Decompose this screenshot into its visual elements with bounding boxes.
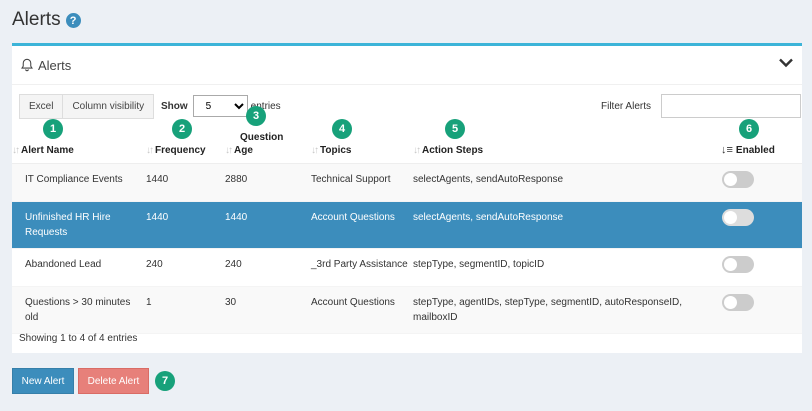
frequency-cell: 1: [146, 286, 225, 334]
bell-icon: [21, 58, 33, 72]
sort-desc-icon: ↓≡: [721, 143, 733, 156]
topics-cell: Account Questions: [311, 201, 413, 249]
show-label: Show: [161, 100, 188, 112]
filter-label: Filter Alerts: [600, 100, 651, 112]
frequency-cell: 240: [146, 248, 225, 287]
enabled-toggle[interactable]: [722, 293, 754, 311]
table-header-row: ↓↑ Alert Name ↓↑ Frequency Question ↓↑ Age ↓…: [12, 118, 802, 164]
column-header-question-age[interactable]: Question ↓↑ Age: [225, 118, 311, 164]
action-steps-cell: selectAgents, sendAutoResponse: [413, 201, 708, 249]
table-row[interactable]: Questions > 30 minutes old 1 30 Account …: [12, 286, 802, 334]
column-label: Action Steps: [422, 144, 484, 156]
enabled-cell: [708, 163, 802, 202]
question-age-cell: 1440: [225, 201, 311, 249]
enabled-cell: [708, 201, 802, 249]
export-button-group: Excel Column visibility: [19, 94, 155, 119]
question-age-cell: 240: [225, 248, 311, 287]
excel-button[interactable]: Excel: [19, 94, 64, 119]
filter-alerts: Filter Alerts: [601, 94, 801, 118]
help-icon[interactable]: ?: [65, 13, 81, 28]
sort-icon: ↓↑: [146, 144, 154, 156]
table-info: Showing 1 to 4 of 4 entries: [19, 333, 138, 344]
column-label-line1: Question: [240, 131, 284, 143]
sort-icon: ↓↑: [12, 144, 20, 156]
frequency-cell: 1440: [146, 163, 225, 202]
column-label: Topics: [320, 144, 352, 156]
column-label: Alert Name: [21, 144, 74, 156]
alert-name-cell: Unfinished HR Hire Requests: [12, 201, 146, 249]
column-label-line2: Age: [234, 144, 253, 156]
action-steps-cell: stepType, segmentID, topicID: [413, 248, 708, 287]
alert-name-cell: IT Compliance Events: [12, 163, 146, 202]
column-label: Frequency: [155, 144, 206, 156]
enabled-toggle[interactable]: [722, 170, 754, 188]
action-steps-cell: stepType, agentIDs, stepType, segmentID,…: [413, 286, 708, 334]
frequency-cell: 1440: [146, 201, 225, 249]
box-title: Alerts: [38, 57, 72, 73]
action-steps-cell: selectAgents, sendAutoResponse: [413, 163, 708, 202]
question-age-cell: 2880: [225, 163, 311, 202]
column-header-alert-name[interactable]: ↓↑ Alert Name: [12, 118, 146, 164]
table-row[interactable]: IT Compliance Events 1440 2880 Technical…: [12, 163, 802, 202]
question-age-cell: 30: [225, 286, 311, 334]
filter-input[interactable]: [661, 94, 801, 118]
entries-select[interactable]: 5: [192, 95, 248, 117]
topics-cell: Technical Support: [311, 163, 413, 202]
enabled-toggle[interactable]: [722, 208, 754, 226]
sort-icon: ↓↑: [311, 144, 319, 156]
alerts-table: ↓↑ Alert Name ↓↑ Frequency Question ↓↑ Age ↓…: [12, 118, 802, 334]
column-header-frequency[interactable]: ↓↑ Frequency: [146, 118, 225, 164]
table-row[interactable]: Abandoned Lead 240 240 _3rd Party Assist…: [12, 248, 802, 287]
column-label: Enabled: [735, 144, 775, 156]
sort-icon: ↓↑: [413, 144, 421, 156]
sort-icon: ↓↑: [225, 144, 233, 156]
column-header-enabled[interactable]: ↓≡ Enabled: [708, 118, 802, 164]
column-visibility-button[interactable]: Column visibility: [63, 94, 155, 119]
alert-name-cell: Questions > 30 minutes old: [12, 286, 146, 334]
enabled-toggle[interactable]: [722, 255, 754, 273]
footer-badge-7: 7: [155, 371, 175, 391]
alerts-box: Alerts Excel Column visibility Show 5 en…: [12, 43, 802, 353]
column-header-action-steps[interactable]: ↓↑ Action Steps: [413, 118, 708, 164]
delete-alert-button[interactable]: Delete Alert: [78, 368, 149, 394]
alert-name-cell: Abandoned Lead: [12, 248, 146, 287]
page-title-text: Alerts: [12, 9, 61, 30]
table-row[interactable]: Unfinished HR Hire Requests 1440 1440 Ac…: [12, 201, 802, 249]
column-header-topics[interactable]: ↓↑ Topics: [311, 118, 413, 164]
topics-cell: Account Questions: [311, 286, 413, 334]
box-header: Alerts: [12, 46, 802, 85]
topics-cell: _3rd Party Assistance: [311, 248, 413, 287]
enabled-cell: [708, 286, 802, 334]
enabled-cell: [708, 248, 802, 287]
chevron-down-icon[interactable]: [778, 56, 794, 70]
page-title: Alerts ?: [12, 9, 81, 31]
new-alert-button[interactable]: New Alert: [12, 368, 74, 394]
